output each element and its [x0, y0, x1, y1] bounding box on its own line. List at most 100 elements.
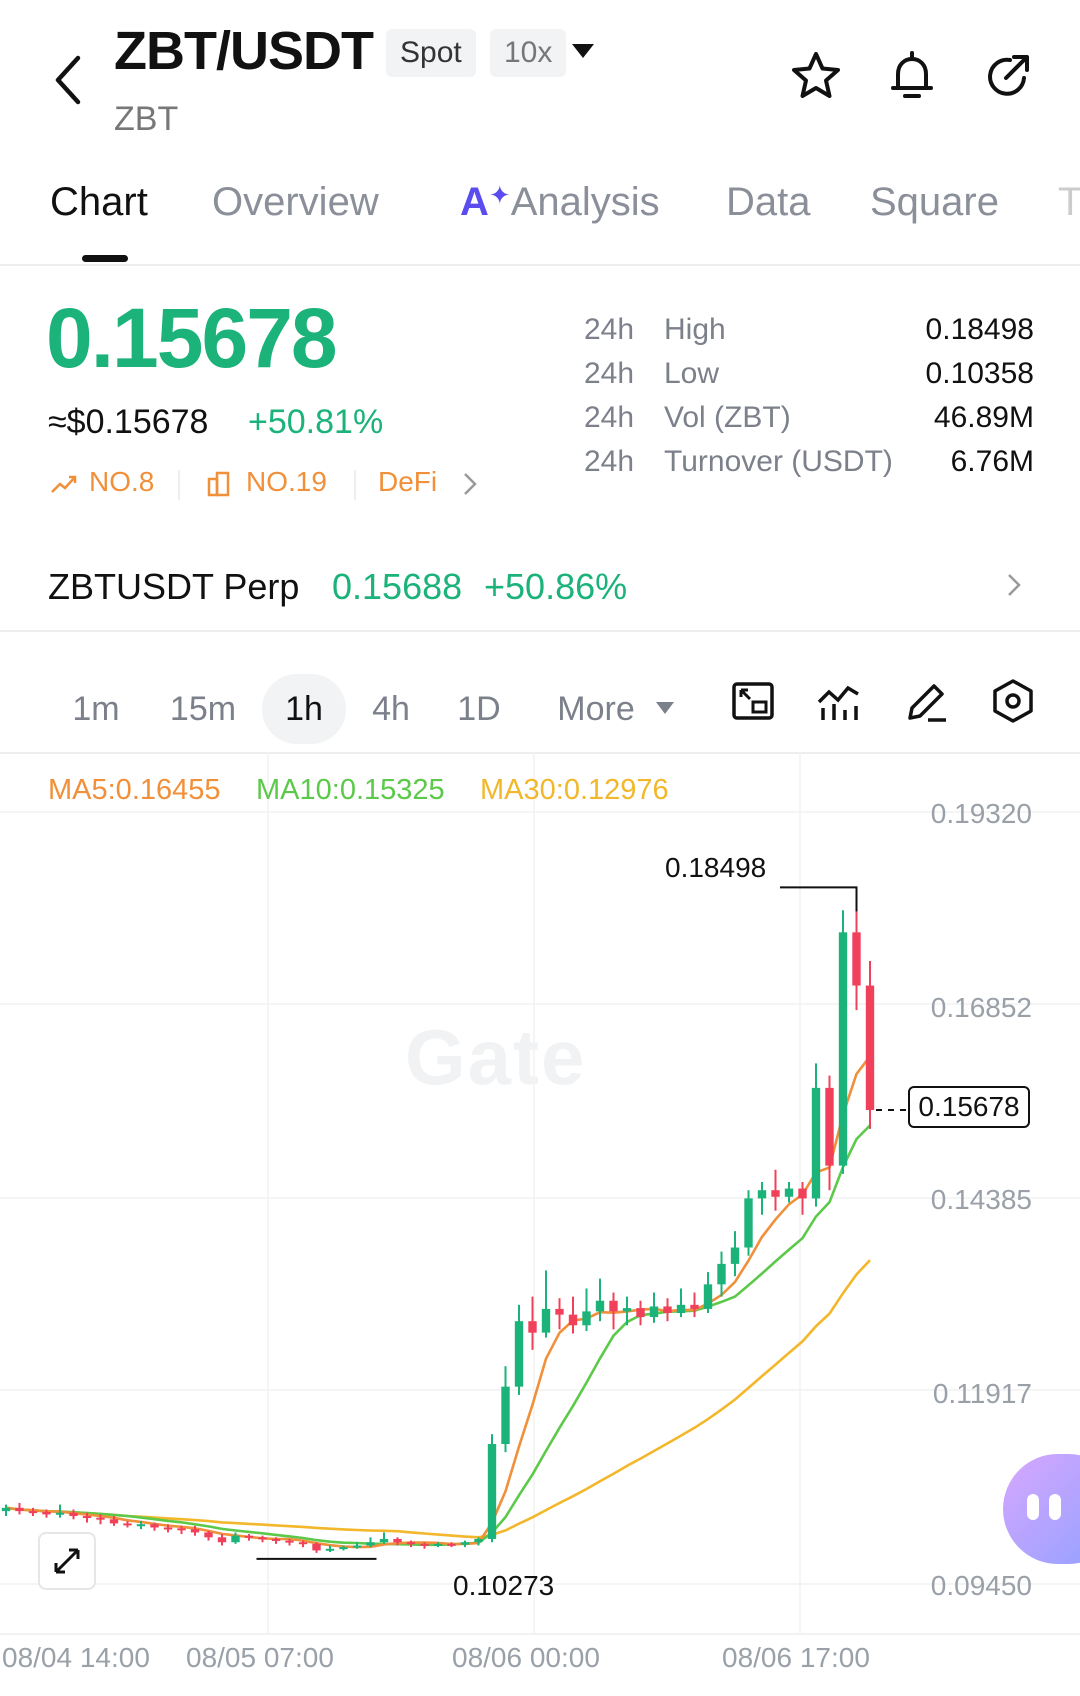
- candle-body: [852, 932, 861, 986]
- candle-body: [163, 1527, 173, 1530]
- divider: [178, 470, 180, 500]
- candle-body: [568, 1314, 578, 1326]
- candle-body: [96, 1517, 105, 1520]
- candle-body: [676, 1304, 686, 1314]
- tab-chart[interactable]: Chart: [50, 180, 148, 225]
- stat-high: 24h High 0.18498: [584, 313, 1034, 346]
- pair-title: ZBT/USDT: [114, 21, 374, 81]
- candle-body: [271, 1538, 281, 1541]
- rank-market-cap[interactable]: NO.19: [246, 466, 327, 498]
- leverage-chip[interactable]: 10x: [490, 29, 567, 77]
- market-type-chip[interactable]: Spot: [386, 29, 476, 77]
- perp-name: ZBTUSDT Perp: [48, 566, 300, 607]
- interval-15m[interactable]: 15m: [158, 674, 248, 744]
- gate-watermark: Gate: [405, 1013, 587, 1101]
- candle-body: [595, 1300, 605, 1312]
- interval-bar: 1m 15m 1h 4h 1D More: [0, 652, 1080, 754]
- bubble-eye: [1049, 1494, 1061, 1520]
- perp-row[interactable]: ZBTUSDT Perp 0.15688 +50.86%: [0, 530, 1080, 632]
- interval-4h[interactable]: 4h: [354, 674, 428, 744]
- candle-body: [420, 1543, 429, 1546]
- price-change: +50.81%: [248, 403, 384, 441]
- interval-more[interactable]: More: [546, 674, 646, 744]
- market-cap-icon: [207, 471, 230, 497]
- candle-body: [231, 1535, 240, 1543]
- fullscreen-icon[interactable]: [728, 676, 778, 726]
- price-chart[interactable]: Gate MA5:0.16455 MA10:0.15325 MA30:0.129…: [0, 752, 1080, 1696]
- candle-body: [447, 1543, 456, 1546]
- draw-pencil-icon[interactable]: [902, 676, 952, 726]
- last-price: 0.15678: [46, 291, 338, 385]
- candle-body: [1, 1507, 11, 1512]
- stat-volume: 24h Vol (ZBT) 46.89M: [584, 401, 1034, 434]
- ma5-line: [5, 1055, 872, 1549]
- low-marker-label: 0.10273: [453, 1570, 555, 1601]
- expand-chart-button[interactable]: [38, 1532, 96, 1590]
- x-tick: 08/05 07:00: [186, 1642, 334, 1673]
- tab-bar: Chart Overview A✦Analysis Data Square T: [0, 170, 1080, 266]
- candle-body: [258, 1537, 267, 1540]
- y-tick: 0.19320: [930, 798, 1032, 829]
- candle-body: [177, 1528, 186, 1531]
- interval-1d[interactable]: 1D: [442, 674, 516, 744]
- sector-tag[interactable]: DeFi: [378, 466, 437, 498]
- tab-overview[interactable]: Overview: [212, 180, 379, 225]
- bell-icon[interactable]: [884, 48, 940, 104]
- share-icon[interactable]: [980, 48, 1036, 104]
- ma10-label: MA10:0.15325: [256, 774, 445, 806]
- candle-body: [312, 1543, 321, 1551]
- current-price-marker: 0.15678: [908, 1086, 1030, 1128]
- chevron-right-icon[interactable]: [462, 471, 478, 497]
- candle-body: [15, 1507, 24, 1512]
- candle-body: [285, 1540, 294, 1543]
- candlestick-chart[interactable]: [0, 752, 1080, 1696]
- ma5-label: MA5:0.16455: [48, 774, 221, 806]
- candle-body: [460, 1542, 470, 1545]
- more-dropdown-icon[interactable]: [656, 702, 674, 714]
- tab-data[interactable]: Data: [726, 180, 811, 225]
- candle-body: [636, 1308, 645, 1318]
- bubble-eye: [1027, 1494, 1039, 1520]
- candle-body: [55, 1512, 65, 1515]
- candle-body: [190, 1529, 200, 1533]
- candle-body: [150, 1524, 159, 1528]
- interval-1h[interactable]: 1h: [262, 674, 346, 744]
- perp-price: 0.15688: [332, 566, 463, 607]
- interval-1m[interactable]: 1m: [56, 674, 136, 744]
- candle-body: [663, 1306, 672, 1314]
- high-marker-line: [780, 886, 858, 912]
- usd-price: ≈$0.15678: [48, 403, 209, 441]
- candle-body: [217, 1537, 227, 1543]
- candle-body: [622, 1308, 632, 1312]
- tab-analysis[interactable]: A✦Analysis: [460, 180, 660, 225]
- base-asset: ZBT: [114, 100, 179, 138]
- candle-body: [757, 1190, 767, 1199]
- pair-dropdown-icon[interactable]: [572, 44, 594, 58]
- candle-body: [474, 1538, 483, 1543]
- candle-body: [582, 1311, 591, 1326]
- trending-icon: [51, 475, 77, 493]
- candle-body: [798, 1188, 807, 1199]
- x-tick: 08/06 17:00: [722, 1642, 870, 1673]
- chevron-right-icon[interactable]: [1006, 572, 1022, 598]
- candle-body: [42, 1511, 51, 1515]
- candle-body: [28, 1511, 38, 1514]
- high-marker-label: 0.18498: [665, 852, 767, 883]
- back-arrow-icon[interactable]: [48, 52, 88, 108]
- candle-body: [109, 1519, 119, 1524]
- settings-hex-icon[interactable]: [988, 676, 1038, 726]
- tab-next[interactable]: T: [1058, 180, 1080, 225]
- candle-body: [379, 1538, 389, 1543]
- candle-body: [555, 1308, 564, 1315]
- candle-body: [703, 1284, 713, 1309]
- candle-body: [204, 1532, 213, 1538]
- candle-body: [501, 1386, 510, 1444]
- rank-trending[interactable]: NO.8: [89, 466, 154, 498]
- candle-body: [487, 1443, 497, 1539]
- tab-square[interactable]: Square: [870, 180, 999, 225]
- star-icon[interactable]: [788, 48, 844, 104]
- indicators-icon[interactable]: [814, 676, 864, 726]
- ma30-line: [5, 1259, 871, 1539]
- divider: [354, 470, 356, 500]
- candle-body: [393, 1538, 402, 1543]
